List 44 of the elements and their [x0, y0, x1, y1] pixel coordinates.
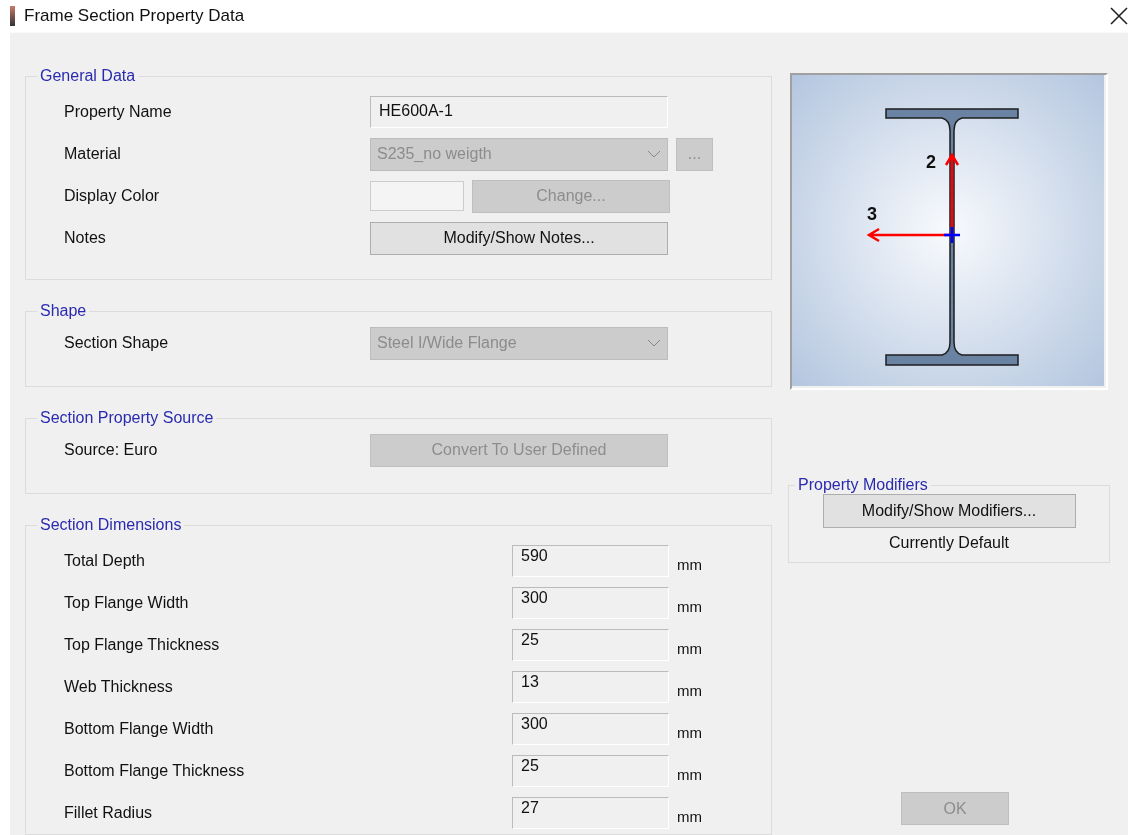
group-title: Section Dimensions [39, 516, 183, 534]
dimension-field[interactable]: 25 [512, 629, 669, 661]
unit-label: mm [677, 638, 702, 657]
field-label: Material [64, 145, 122, 163]
field-label: Fillet Radius [64, 804, 154, 822]
centroid-icon [942, 225, 962, 245]
field-label: Web Thickness [64, 678, 174, 696]
group-title: General Data [39, 67, 137, 85]
dimension-field[interactable]: 25 [512, 755, 669, 787]
field-label: Notes [64, 229, 107, 247]
field-label: Total Depth [64, 552, 146, 570]
notes-button[interactable]: Modify/Show Notes... [370, 221, 668, 255]
dimension-field[interactable]: 590 [512, 545, 669, 577]
group-title: Shape [39, 302, 88, 320]
unit-label: mm [677, 596, 702, 615]
dimension-field[interactable]: 13 [512, 671, 669, 703]
dimension-field[interactable]: 300 [512, 587, 669, 619]
field-label: Display Color [64, 187, 161, 205]
dimension-field[interactable]: 300 [512, 713, 669, 745]
app-icon [10, 6, 15, 26]
group-title: Section Property Source [39, 409, 215, 427]
field-label: Top Flange Thickness [64, 636, 221, 654]
modifiers-button[interactable]: Modify/Show Modifiers... [822, 494, 1076, 528]
unit-label: mm [677, 680, 702, 699]
field-label: Bottom Flange Width [64, 720, 215, 738]
axis-label: 2 [926, 152, 936, 172]
property-name-field[interactable]: HE600A-1 [370, 96, 668, 128]
modifiers-status: Currently Default [888, 534, 1009, 552]
unit-label: mm [677, 722, 702, 741]
unit-label: mm [677, 554, 702, 573]
close-icon[interactable] [1110, 7, 1128, 25]
axis-label: 3 [867, 204, 877, 224]
dimension-field[interactable]: 27 [512, 797, 669, 829]
unit-label: mm [677, 764, 702, 783]
field-label: Section Shape [64, 334, 170, 352]
unit-label: mm [677, 806, 702, 825]
source-label: Source: Euro [64, 441, 159, 459]
field-label: Property Name [64, 103, 173, 121]
group-title: Property Modifiers [797, 476, 929, 494]
chevron-down-icon [647, 339, 661, 347]
window-title: Frame Section Property Data [24, 6, 246, 26]
field-label: Bottom Flange Thickness [64, 762, 246, 780]
chevron-down-icon [647, 150, 661, 158]
field-label: Top Flange Width [64, 594, 190, 612]
